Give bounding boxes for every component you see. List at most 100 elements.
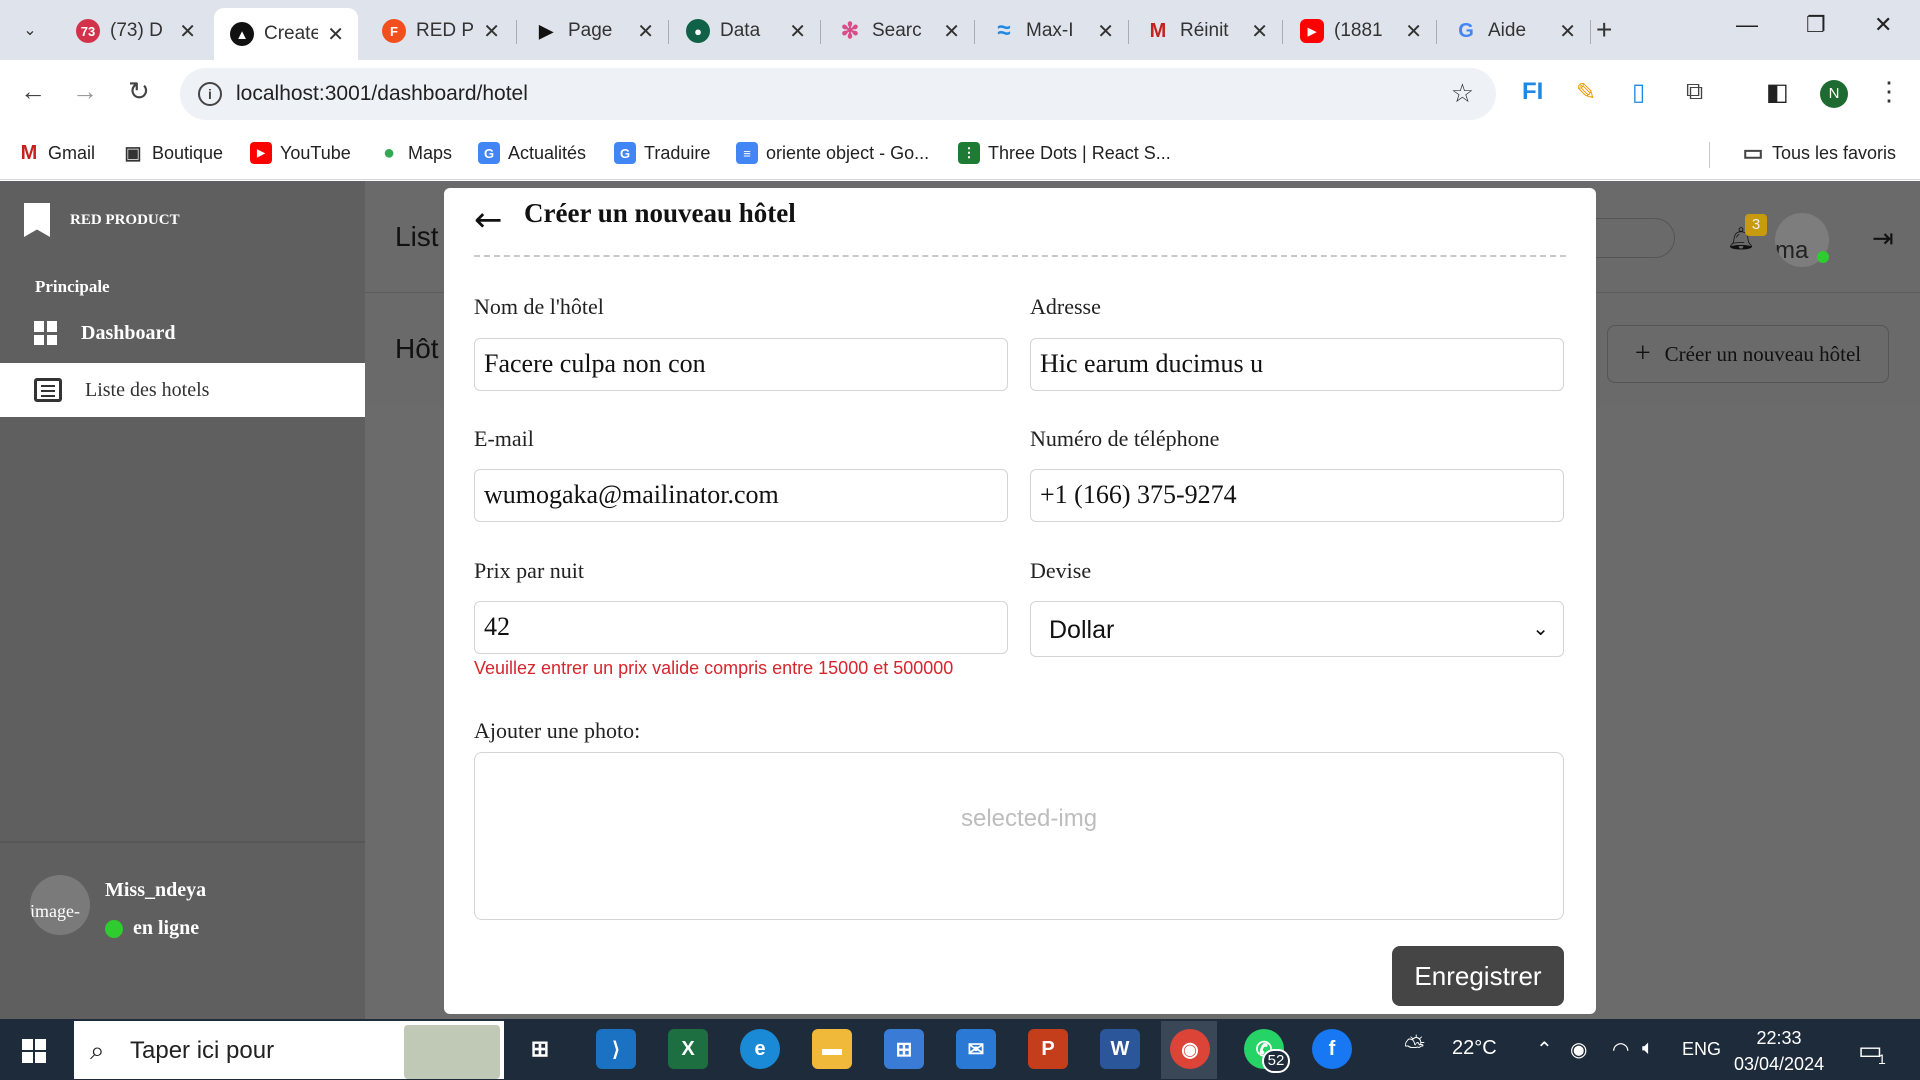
temperature[interactable]: 22°C bbox=[1452, 1037, 1497, 1060]
address-label: Adresse bbox=[1030, 294, 1101, 319]
close-tab-icon[interactable]: ✕ bbox=[1405, 19, 1422, 44]
site-info-icon[interactable]: i bbox=[198, 82, 222, 106]
close-window-icon[interactable]: ✕ bbox=[1874, 12, 1892, 38]
browser-tab[interactable]: ● Data ✕ bbox=[670, 10, 820, 52]
browser-tab[interactable]: 73 (73) D ✕ bbox=[60, 10, 210, 52]
edge-icon[interactable]: e bbox=[740, 1029, 780, 1069]
menu-icon[interactable]: ⋮ bbox=[1876, 76, 1902, 107]
whatsapp-badge: 52 bbox=[1262, 1049, 1290, 1073]
browser-tab[interactable]: F RED P ✕ bbox=[366, 10, 514, 52]
mail-icon[interactable]: ✉ bbox=[956, 1029, 996, 1069]
browser-tab-active[interactable]: ▲ Create ✕ bbox=[214, 8, 358, 60]
word-icon[interactable]: W bbox=[1100, 1029, 1140, 1069]
avatar: image- bbox=[30, 875, 90, 935]
chevron-up-icon[interactable]: ⌃ bbox=[1536, 1037, 1553, 1062]
save-button[interactable]: Enregistrer bbox=[1392, 946, 1564, 1006]
forward-icon[interactable]: → bbox=[72, 76, 98, 107]
bookmark-youtube[interactable]: ▶ YouTube bbox=[250, 138, 351, 168]
modal-divider bbox=[474, 255, 1566, 257]
close-tab-icon[interactable]: ✕ bbox=[327, 22, 344, 47]
close-tab-icon[interactable]: ✕ bbox=[1097, 19, 1114, 44]
figma-icon: F bbox=[382, 19, 406, 43]
gmail-icon: M bbox=[20, 141, 38, 164]
windows-start-icon[interactable] bbox=[22, 1039, 46, 1063]
sidebar-item-dashboard[interactable]: Dashboard bbox=[0, 306, 365, 360]
wifi-icon[interactable]: ◠ bbox=[1612, 1037, 1629, 1062]
back-arrow-icon[interactable]: ← bbox=[474, 200, 503, 240]
task-view-icon[interactable]: ⊞ bbox=[520, 1029, 560, 1069]
currency-select[interactable]: Dollar ⌄ bbox=[1030, 601, 1564, 657]
facebook-icon[interactable]: f bbox=[1312, 1029, 1352, 1069]
extension-fi-icon[interactable]: FI bbox=[1522, 78, 1543, 106]
url-text[interactable]: localhost:3001/dashboard/hotel bbox=[236, 82, 528, 106]
price-input[interactable]: 42 bbox=[474, 601, 1008, 654]
tab-separator bbox=[1128, 20, 1129, 44]
taskbar-search-input[interactable]: ⌕ Taper ici pour bbox=[74, 1021, 504, 1079]
email-field[interactable]: wumogaka@mailinator.com bbox=[474, 469, 1008, 522]
microsoft-store-icon[interactable]: ⊞ bbox=[884, 1029, 924, 1069]
sidebar: RED PRODUCT Principale Dashboard Liste d… bbox=[0, 181, 365, 1019]
extensions-icon[interactable]: ⧉ bbox=[1686, 78, 1703, 106]
color-picker-icon[interactable]: ✎ bbox=[1576, 78, 1596, 107]
close-tab-icon[interactable]: ✕ bbox=[179, 19, 196, 44]
powerpoint-icon[interactable]: P bbox=[1028, 1029, 1068, 1069]
section-title: Hôt bbox=[395, 333, 439, 364]
volume-icon[interactable]: 🔈︎ bbox=[1642, 1037, 1654, 1060]
close-tab-icon[interactable]: ✕ bbox=[1251, 19, 1268, 44]
wave-icon: ≈ bbox=[997, 17, 1011, 44]
tab-search-button[interactable]: ⌄ bbox=[8, 12, 52, 48]
phone-input[interactable]: +1 (166) 375-9274 bbox=[1030, 469, 1564, 522]
clock[interactable]: 22:33 03/04/2024 bbox=[1734, 1025, 1824, 1077]
tab-separator bbox=[1436, 20, 1437, 44]
restore-icon[interactable]: ❐ bbox=[1806, 12, 1826, 38]
bookmark-maps[interactable]: ● Maps bbox=[378, 138, 452, 168]
close-tab-icon[interactable]: ✕ bbox=[789, 19, 806, 44]
sidebar-item-hotel-list[interactable]: Liste des hotels bbox=[0, 363, 365, 417]
logout-icon[interactable]: ⇥ bbox=[1872, 223, 1894, 254]
youtube-icon: ▶ bbox=[250, 142, 272, 164]
side-panel-icon[interactable]: ◧ bbox=[1766, 78, 1789, 107]
weather-icon[interactable]: ⛅︎ bbox=[1404, 1031, 1425, 1063]
browser-tab[interactable]: ▶ Page ✕ bbox=[518, 10, 668, 52]
bookmark-traduire[interactable]: G Traduire bbox=[614, 138, 710, 168]
close-tab-icon[interactable]: ✕ bbox=[943, 19, 960, 44]
bookmark-oriente-object[interactable]: ≡ oriente object - Go... bbox=[736, 138, 929, 168]
browser-tab[interactable]: G Aide ✕ bbox=[1438, 10, 1590, 52]
close-tab-icon[interactable]: ✕ bbox=[483, 19, 500, 44]
bookmark-star-icon[interactable]: ☆ bbox=[1451, 78, 1474, 109]
clipboard-icon[interactable]: ▯ bbox=[1632, 78, 1645, 107]
new-tab-button[interactable]: + bbox=[1596, 14, 1612, 46]
excel-icon[interactable]: X bbox=[668, 1029, 708, 1069]
bookmark-three-dots[interactable]: ⋮ Three Dots | React S... bbox=[958, 138, 1171, 168]
vscode-icon[interactable]: ⟩ bbox=[596, 1029, 636, 1069]
back-icon[interactable]: ← bbox=[20, 76, 46, 107]
address-bar[interactable]: i localhost:3001/dashboard/hotel ☆ bbox=[180, 68, 1496, 120]
close-tab-icon[interactable]: ✕ bbox=[637, 19, 654, 44]
create-hotel-button[interactable]: + Créer un nouveau hôtel bbox=[1607, 325, 1889, 383]
close-tab-icon[interactable]: ✕ bbox=[1559, 19, 1576, 44]
page-title: List bbox=[395, 221, 439, 252]
location-icon[interactable]: ◉ bbox=[1570, 1037, 1587, 1062]
profile-avatar[interactable]: N bbox=[1820, 80, 1848, 108]
phone-label: Numéro de téléphone bbox=[1030, 426, 1220, 451]
user-status: en ligne bbox=[105, 917, 199, 940]
chrome-icon[interactable]: ◉ bbox=[1170, 1029, 1210, 1069]
browser-tab[interactable]: M Réinit ✕ bbox=[1130, 10, 1282, 52]
chevron-down-icon: ⌄ bbox=[23, 22, 37, 39]
minimize-icon[interactable]: — bbox=[1736, 12, 1758, 38]
bookmark-boutique[interactable]: ▣ Boutique bbox=[122, 138, 223, 168]
bookmark-actualites[interactable]: G Actualités bbox=[478, 138, 586, 168]
browser-tab[interactable]: ▶ (1881 ✕ bbox=[1284, 10, 1436, 52]
hotel-name-input[interactable]: Facere culpa non con bbox=[474, 338, 1008, 391]
browser-tab[interactable]: ≈ Max-I ✕ bbox=[976, 10, 1128, 52]
bookmark-gmail[interactable]: M Gmail bbox=[18, 138, 95, 168]
user-name: Miss_ndeya bbox=[105, 879, 207, 901]
language-indicator[interactable]: ENG bbox=[1682, 1039, 1721, 1060]
all-bookmarks[interactable]: ▭ Tous les favoris bbox=[1742, 138, 1896, 168]
file-explorer-icon[interactable]: ▬ bbox=[812, 1029, 852, 1069]
plus-icon: + bbox=[1634, 338, 1651, 369]
photo-upload-area[interactable]: selected-img bbox=[474, 752, 1564, 920]
address-input[interactable]: Hic earum ducimus u bbox=[1030, 338, 1564, 391]
browser-tab[interactable]: ✻ Searc ✕ bbox=[822, 10, 974, 52]
reload-icon[interactable]: ↻ bbox=[128, 76, 150, 107]
